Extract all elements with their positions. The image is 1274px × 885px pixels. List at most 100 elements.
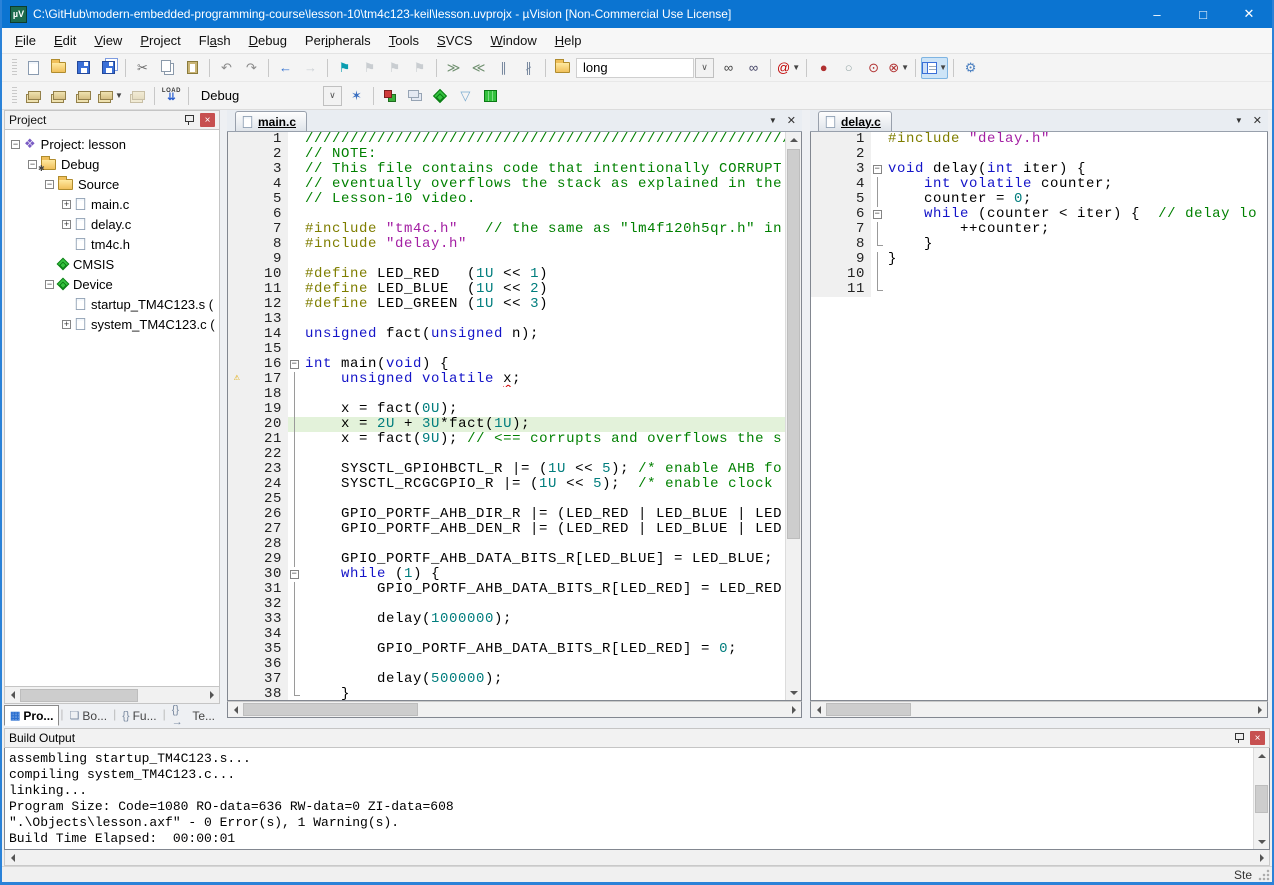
project-panel-close-icon[interactable]: × — [200, 113, 215, 127]
scroll-down-icon[interactable] — [1254, 834, 1269, 849]
build-output-vscrollbar[interactable] — [1253, 748, 1269, 849]
fold-collapse-icon[interactable]: − — [873, 165, 882, 174]
tree-item-system-tm4c123-c-[interactable]: +system_TM4C123.c ( — [5, 314, 219, 334]
dropdown-caret-icon[interactable]: ▼ — [901, 63, 909, 72]
cut-button[interactable]: ✂ — [131, 57, 154, 79]
tab-list-dropdown-icon[interactable]: ▼ — [1235, 116, 1243, 125]
incremental-find-button[interactable]: ∞ — [742, 57, 765, 79]
previous-bookmark-button[interactable]: ⚑ — [358, 57, 381, 79]
pin-icon[interactable] — [182, 113, 196, 127]
menu-project[interactable]: Project — [131, 30, 189, 51]
menu-edit[interactable]: Edit — [45, 30, 85, 51]
menu-svcs[interactable]: SVCS — [428, 30, 481, 51]
close-document-icon[interactable]: ✕ — [1253, 114, 1262, 127]
undo-button[interactable]: ↶ — [215, 57, 238, 79]
scroll-left-icon[interactable] — [811, 702, 826, 717]
scroll-left-icon[interactable] — [228, 702, 243, 717]
splitter-left[interactable] — [220, 110, 227, 728]
dropdown-caret-icon[interactable]: ▼ — [939, 63, 947, 72]
tree-expander-icon[interactable]: + — [62, 320, 71, 329]
resize-grip[interactable] — [1258, 869, 1270, 881]
fold-collapse-icon[interactable]: − — [290, 360, 299, 369]
toolbar-grip[interactable] — [12, 87, 17, 105]
scroll-right-icon[interactable] — [1252, 702, 1267, 717]
close-button[interactable]: ✕ — [1226, 0, 1272, 28]
code-area-delay-c[interactable]: 1#include "delay.h"23−void delay(int ite… — [811, 132, 1267, 700]
build-output-text[interactable]: assembling startup_TM4C123.s...compiling… — [5, 748, 1253, 849]
tree-expander-icon[interactable]: − — [11, 140, 20, 149]
menu-tools[interactable]: Tools — [380, 30, 428, 51]
toolbar-grip[interactable] — [12, 59, 17, 77]
save-all-button[interactable] — [97, 57, 120, 79]
fold-margin[interactable]: − — [288, 357, 302, 372]
dropdown-caret-icon[interactable]: ▼ — [792, 63, 800, 72]
download-button[interactable]: LOAD⇊ — [160, 85, 183, 107]
find-in-files-icon-button[interactable]: ∞ — [717, 57, 740, 79]
tree-expander-icon[interactable]: + — [62, 220, 71, 229]
target-select-dropdown-button[interactable]: ∨ — [323, 86, 342, 106]
batch-build-button[interactable]: ▼ — [97, 85, 124, 107]
tree-expander-icon[interactable]: − — [28, 160, 37, 169]
paste-button[interactable] — [181, 57, 204, 79]
manage-project-items-button[interactable] — [379, 85, 402, 107]
rebuild-target-button[interactable] — [72, 85, 95, 107]
select-software-packs-button[interactable]: ▽ — [454, 85, 477, 107]
insert-breakpoint-button[interactable]: ● — [812, 57, 835, 79]
copy-button[interactable] — [156, 57, 179, 79]
panel-tab-project[interactable]: ▦Pro... — [4, 705, 59, 726]
close-document-icon[interactable]: ✕ — [787, 114, 796, 127]
scrollbar-thumb[interactable] — [787, 149, 800, 539]
scroll-up-icon[interactable] — [786, 132, 801, 147]
multi-project-workspace-button[interactable] — [404, 85, 427, 107]
pack-installer-button[interactable] — [479, 85, 502, 107]
window-layout-button[interactable]: ▼ — [921, 57, 948, 79]
panel-tab-functions[interactable]: {}Fu... — [117, 705, 161, 726]
code-area-main-c[interactable]: 1///////////////////////////////////////… — [228, 132, 785, 700]
menu-peripherals[interactable]: Peripherals — [296, 30, 380, 51]
scrollbar-thumb[interactable] — [1255, 785, 1268, 813]
panel-tab-templates[interactable]: {}→Te... — [167, 705, 220, 726]
build-target-button[interactable] — [47, 85, 70, 107]
stop-build-button[interactable] — [126, 85, 149, 107]
configure-button[interactable]: ⚙ — [959, 57, 982, 79]
target-select-value[interactable]: Debug — [193, 88, 323, 103]
build-output-close-icon[interactable]: × — [1250, 731, 1265, 745]
navigate-back-button[interactable]: ← — [274, 57, 297, 79]
tree-item-source[interactable]: −Source — [5, 174, 219, 194]
disable-all-breakpoints-button[interactable]: ⊙ — [862, 57, 885, 79]
tree-item-debug[interactable]: −Debug — [5, 154, 219, 174]
redo-button[interactable]: ↷ — [240, 57, 263, 79]
editor2-hscrollbar[interactable] — [810, 701, 1268, 718]
comment-selection-button[interactable]: ∥ — [492, 57, 515, 79]
fold-margin[interactable]: − — [871, 207, 885, 222]
minimize-button[interactable]: – — [1134, 0, 1180, 28]
scroll-right-icon[interactable] — [1254, 850, 1269, 865]
enable-disable-breakpoint-button[interactable]: ○ — [837, 57, 860, 79]
manage-rte-button[interactable] — [429, 85, 452, 107]
menu-view[interactable]: View — [85, 30, 131, 51]
tree-expander-icon[interactable]: − — [45, 280, 54, 289]
navigate-forward-button[interactable]: → — [299, 57, 322, 79]
tree-item-main-c[interactable]: +main.c — [5, 194, 219, 214]
tree-item-startup-tm4c123-s-[interactable]: startup_TM4C123.s ( — [5, 294, 219, 314]
search-dropdown-button[interactable]: ∨ — [695, 58, 714, 78]
tab-list-dropdown-icon[interactable]: ▼ — [769, 116, 777, 125]
fold-margin[interactable]: − — [288, 567, 302, 582]
scroll-down-icon[interactable] — [786, 685, 801, 700]
tree-item-tm4c-h[interactable]: tm4c.h — [5, 234, 219, 254]
menu-flash[interactable]: Flash — [190, 30, 240, 51]
tree-item-project-lesson[interactable]: −❖Project: lesson — [5, 134, 219, 154]
fold-collapse-icon[interactable]: − — [873, 210, 882, 219]
scroll-left-icon[interactable] — [5, 850, 20, 865]
scrollbar-thumb[interactable] — [826, 703, 911, 716]
scroll-right-icon[interactable] — [204, 688, 219, 703]
translate-file-button[interactable] — [22, 85, 45, 107]
tab-delay-c[interactable]: delay.c — [818, 111, 892, 131]
tree-expander-icon[interactable]: − — [45, 180, 54, 189]
maximize-button[interactable]: □ — [1180, 0, 1226, 28]
tree-item-device[interactable]: −Device — [5, 274, 219, 294]
new-file-button[interactable] — [22, 57, 45, 79]
insert-bookmark-button[interactable]: ⚑ — [333, 57, 356, 79]
tree-item-delay-c[interactable]: +delay.c — [5, 214, 219, 234]
kill-all-breakpoints-button[interactable]: ⊗▼ — [887, 57, 910, 79]
